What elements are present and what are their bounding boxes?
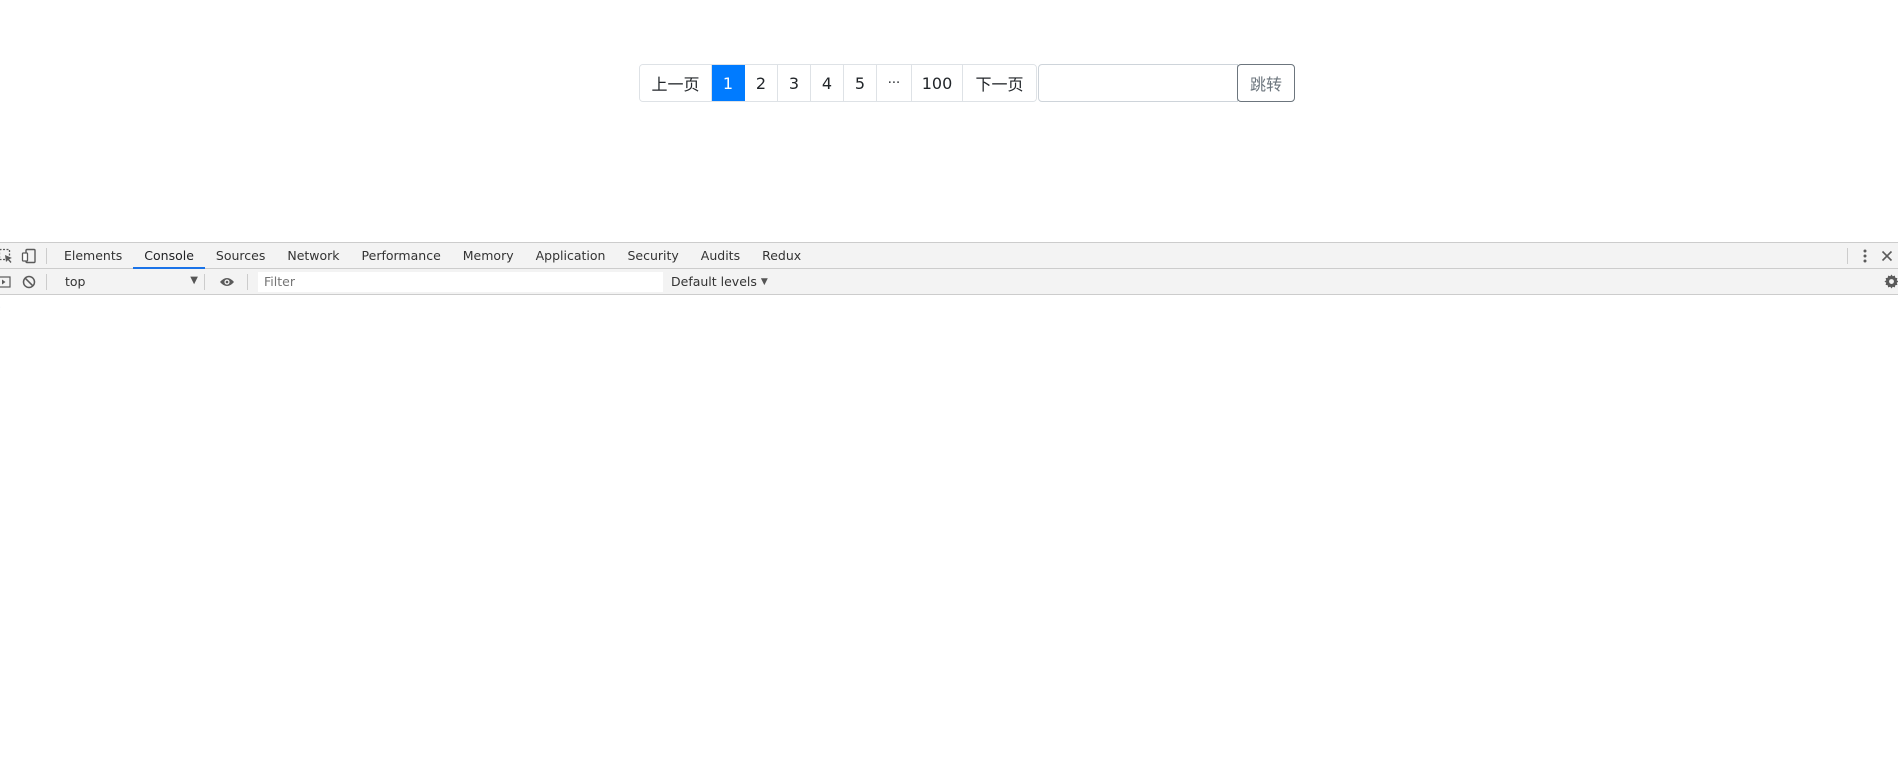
- execution-context-select[interactable]: top ▼: [63, 271, 198, 293]
- toolbar-divider: [1847, 248, 1848, 264]
- device-toolbar-icon[interactable]: [18, 243, 40, 269]
- page-button-2[interactable]: 2: [745, 65, 778, 101]
- tab-security[interactable]: Security: [616, 243, 689, 269]
- devtools-panel: Elements Console Sources Network Perform…: [0, 242, 1898, 765]
- pagination: 上一页 1 2 3 4 5 ··· 100 下一页 跳转: [639, 64, 1295, 102]
- clear-console-icon[interactable]: [18, 270, 40, 294]
- console-toolbar: top ▼ Default levels ▼: [0, 269, 1898, 295]
- toolbar-divider: [46, 247, 47, 264]
- live-expression-eye-icon[interactable]: [213, 270, 241, 294]
- execution-context-value: top: [65, 274, 86, 289]
- tab-console[interactable]: Console: [133, 243, 205, 269]
- toolbar-divider: [46, 273, 47, 290]
- page-content: 上一页 1 2 3 4 5 ··· 100 下一页 跳转: [0, 0, 1898, 242]
- page-button-100[interactable]: 100: [912, 65, 963, 101]
- tab-network[interactable]: Network: [276, 243, 350, 269]
- toolbar-divider: [247, 273, 248, 290]
- log-levels-label: Default levels: [671, 274, 757, 289]
- devtools-window-controls: [1841, 243, 1898, 269]
- tab-sources[interactable]: Sources: [205, 243, 276, 269]
- page-button-4[interactable]: 4: [811, 65, 844, 101]
- dropdown-arrow-icon: ▼: [190, 274, 198, 286]
- dropdown-arrow-icon: ▼: [760, 276, 768, 287]
- devtools-tab-bar: Elements Console Sources Network Perform…: [0, 242, 1898, 269]
- jump-page-input[interactable]: [1038, 64, 1238, 102]
- devtools-tabs: Elements Console Sources Network Perform…: [53, 243, 812, 269]
- jump-button[interactable]: 跳转: [1237, 64, 1295, 102]
- page-ellipsis: ···: [877, 65, 912, 101]
- inspect-element-icon[interactable]: [0, 243, 16, 269]
- pagination-list: 上一页 1 2 3 4 5 ··· 100 下一页: [639, 64, 1037, 102]
- console-prompt-caret: ›: [0, 300, 1, 314]
- more-options-icon[interactable]: [1854, 243, 1876, 269]
- log-levels-dropdown[interactable]: Default levels ▼: [671, 274, 768, 289]
- tab-performance[interactable]: Performance: [351, 243, 452, 269]
- toolbar-divider: [204, 273, 205, 290]
- tab-application[interactable]: Application: [525, 243, 617, 269]
- page-button-3[interactable]: 3: [778, 65, 811, 101]
- next-page-button[interactable]: 下一页: [963, 65, 1036, 101]
- show-sidebar-icon[interactable]: [0, 270, 12, 294]
- tab-audits[interactable]: Audits: [690, 243, 751, 269]
- tab-memory[interactable]: Memory: [452, 243, 525, 269]
- console-filter-input[interactable]: [258, 271, 663, 292]
- page-button-1[interactable]: 1: [712, 65, 745, 101]
- console-output[interactable]: ›: [0, 296, 1898, 765]
- console-settings-gear-icon[interactable]: [1880, 269, 1898, 294]
- close-devtools-icon[interactable]: [1876, 243, 1898, 269]
- tab-redux[interactable]: Redux: [751, 243, 812, 269]
- prev-page-button[interactable]: 上一页: [640, 65, 712, 101]
- page-button-5[interactable]: 5: [844, 65, 877, 101]
- tab-elements[interactable]: Elements: [53, 243, 133, 269]
